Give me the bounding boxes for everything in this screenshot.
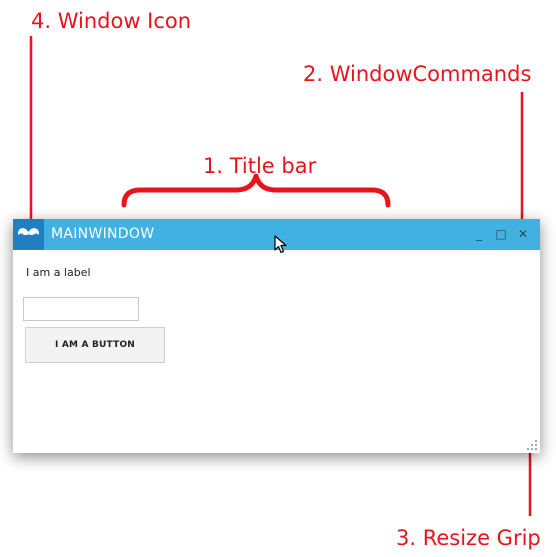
mustache-icon xyxy=(17,228,40,236)
primary-button[interactable]: I AM A BUTTON xyxy=(25,327,165,363)
window-title: MAINWINDOW xyxy=(51,226,155,242)
close-button[interactable]: ✕ xyxy=(514,225,532,243)
annotation-window-icon: 4. Window Icon xyxy=(31,9,192,33)
annotation-resize-grip: 3. Resize Grip xyxy=(396,526,541,550)
title-bar-brace xyxy=(121,173,391,208)
minimize-button[interactable]: _ xyxy=(470,225,488,243)
main-window: MAINWINDOW _ □ ✕ I am a label I AM A BUT… xyxy=(13,219,540,453)
title-bar[interactable]: MAINWINDOW _ □ ✕ xyxy=(13,219,540,254)
screenshot-stage: 4. Window Icon 2. WindowCommands 1. Titl… xyxy=(0,0,556,557)
window-icon[interactable] xyxy=(13,219,44,250)
maximize-button[interactable]: □ xyxy=(492,225,510,243)
annotation-title-bar: 1. Title bar xyxy=(203,154,317,178)
resize-grip-icon[interactable] xyxy=(526,439,538,451)
content-label: I am a label xyxy=(26,266,91,279)
text-input[interactable] xyxy=(23,297,139,321)
annotation-window-commands: 2. WindowCommands xyxy=(303,62,532,86)
cursor-icon xyxy=(274,235,287,254)
